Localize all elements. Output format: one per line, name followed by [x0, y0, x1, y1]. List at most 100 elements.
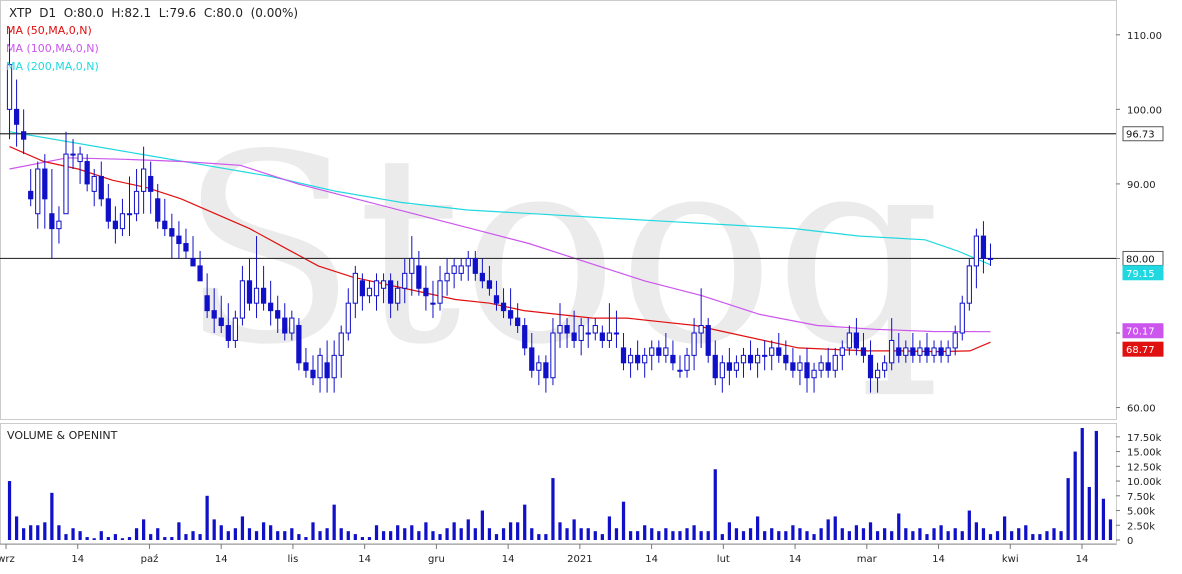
x-tick-label: kwi — [1002, 554, 1019, 565]
volume-bar — [212, 519, 216, 540]
x-tick-label: 14 — [1076, 554, 1089, 565]
candle-body-down — [303, 362, 309, 371]
volume-bar — [99, 531, 103, 540]
volume-bar — [261, 522, 266, 540]
price-tag-label: 70.17 — [1126, 327, 1155, 338]
volume-bar — [1080, 428, 1084, 540]
volume-bar — [897, 513, 901, 540]
candle — [13, 79, 20, 147]
ma100-legend: MA (100,MA,0,N) — [6, 42, 99, 55]
candle — [945, 340, 951, 363]
candle-body-down — [98, 175, 104, 200]
price-tag-ma200: 79.15 — [1122, 265, 1164, 281]
volume-bar — [1101, 498, 1106, 540]
candle-body-up — [141, 168, 147, 192]
volume-bar — [600, 534, 604, 540]
volume-bar — [1059, 531, 1063, 540]
x-tick-label: 14 — [932, 554, 945, 565]
volume-bar — [516, 522, 520, 540]
x-tick-label: 14 — [215, 554, 228, 565]
candle-body-up — [649, 347, 655, 356]
volume-bar — [551, 478, 555, 540]
candle-body-down — [529, 347, 535, 371]
volume-bar — [276, 531, 280, 540]
candle-body-down — [860, 347, 867, 356]
candle-body-down — [162, 220, 168, 230]
candle-body-down — [296, 325, 302, 364]
candle-body-down — [910, 347, 916, 356]
volume-bar — [374, 525, 379, 540]
candle-body-down — [28, 190, 34, 200]
volume-bar — [840, 528, 844, 540]
volume-bar — [156, 528, 160, 540]
volume-bar — [85, 537, 89, 540]
candle-body-up — [677, 369, 683, 372]
volume-bar — [572, 519, 576, 540]
candle — [126, 176, 133, 237]
volume-tick-label: 7.50k — [1127, 492, 1155, 503]
volume-bar — [240, 516, 245, 540]
volume-bar — [466, 519, 470, 540]
volume-bar — [14, 516, 19, 540]
volume-tick-label: 17.50k — [1127, 433, 1162, 444]
candle-body-down — [13, 108, 20, 125]
volume-bar — [953, 528, 957, 540]
candle — [141, 146, 147, 214]
candle-body-down — [712, 354, 718, 379]
volume-bar — [593, 531, 597, 540]
candle — [148, 161, 154, 214]
quote-line: XTP D1 O:80.0 H:82.1 L:79.6 C:80.0 (0.00… — [9, 6, 298, 20]
candle-body-down — [112, 220, 119, 230]
candle-body-up — [395, 287, 401, 304]
x-tick-label: 14 — [789, 554, 802, 565]
candle-body-down — [980, 235, 987, 259]
candle-body-down — [790, 362, 796, 371]
candle-body-up — [740, 354, 747, 364]
volume-bar — [438, 534, 442, 540]
candle-body-up — [126, 213, 133, 216]
volume-bar — [290, 528, 294, 540]
volume-bar — [1087, 486, 1091, 540]
x-tick-label: lis — [288, 554, 299, 565]
volume-bar — [932, 528, 936, 540]
volume-bar — [346, 531, 350, 540]
volume-bar — [29, 525, 33, 540]
volume-bar — [424, 522, 428, 540]
volume-bar — [1024, 525, 1028, 540]
candle-body-up — [119, 213, 126, 230]
x-tick-label: 2021 — [567, 554, 592, 565]
volume-bar — [1010, 531, 1014, 540]
volume-bar — [445, 528, 449, 540]
volume-tick-label: 15.00k — [1127, 448, 1162, 459]
candle-body-down — [21, 131, 27, 140]
candle-body-up — [56, 220, 62, 230]
volume-bar — [297, 534, 301, 540]
candle — [49, 169, 55, 259]
candle-body-up — [352, 272, 358, 304]
y-tick-label: 90.00 — [1127, 180, 1156, 191]
volume-bar — [142, 519, 146, 540]
candle-body-down — [260, 287, 267, 304]
volume-bar — [184, 534, 188, 540]
candle-body-down — [105, 198, 111, 222]
volume-bar — [494, 534, 499, 540]
candle-body-up — [846, 332, 852, 349]
candle-body-down — [705, 325, 711, 356]
volume-bar — [734, 528, 739, 540]
candle-body-up — [613, 332, 620, 335]
volume-bar — [678, 531, 682, 540]
volume-bar — [995, 531, 1000, 540]
volume-bar — [537, 534, 541, 540]
candle-body-up — [839, 347, 845, 356]
candle-body-up — [606, 332, 613, 341]
ma200-legend: MA (200,MA,0,N) — [6, 60, 99, 73]
price-tag-label: 79.15 — [1126, 269, 1155, 280]
candle-body-down — [388, 280, 394, 304]
ma50-legend: MA (50,MA,0,N) — [6, 24, 92, 37]
candle-body-down — [183, 243, 189, 252]
volume-bar — [946, 531, 950, 540]
candle-body-up — [698, 325, 704, 334]
candle — [98, 161, 104, 207]
volume-bar — [403, 528, 407, 540]
volume-bar — [713, 469, 717, 540]
